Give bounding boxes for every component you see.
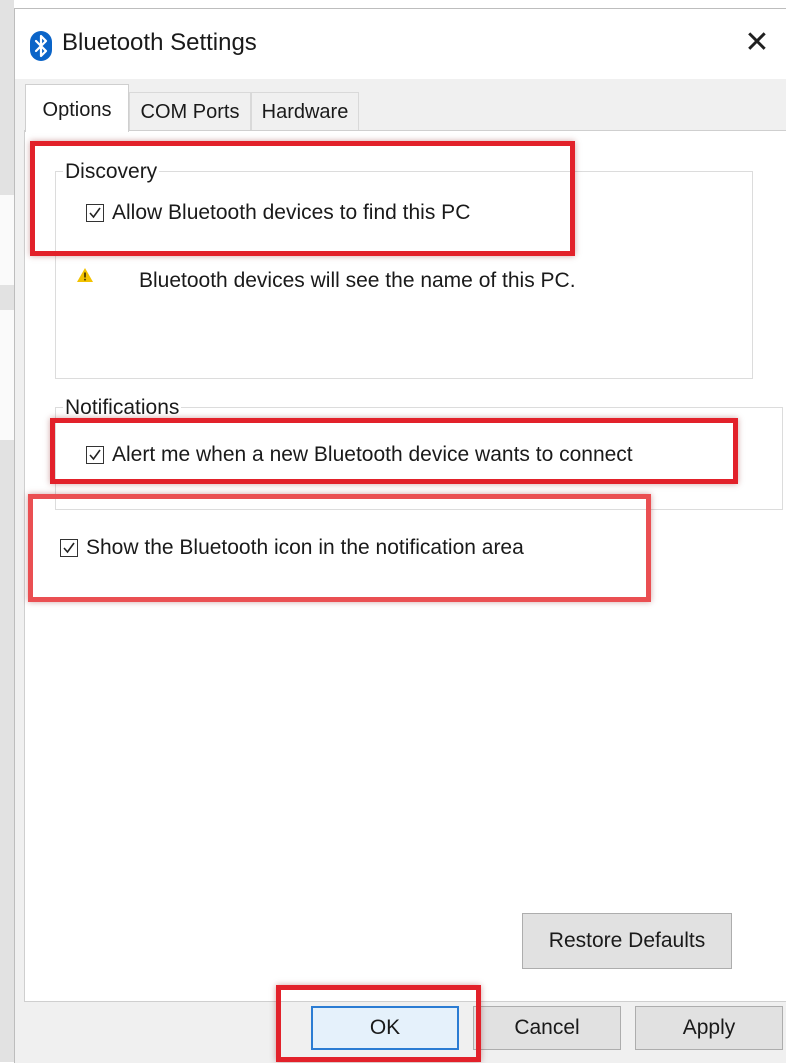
title-bar: Bluetooth Settings ✕ [15,9,786,79]
close-icon: ✕ [744,26,770,59]
highlight-box-tray-icon [28,494,651,602]
background-decoration [0,310,14,440]
tab-hardware[interactable]: Hardware [251,92,359,130]
tab-com-ports[interactable]: COM Ports [129,92,251,130]
close-button[interactable]: ✕ [735,23,779,63]
highlight-box-ok [276,985,481,1062]
discovery-warning-text: Bluetooth devices will see the name of t… [139,269,576,292]
highlight-box-discovery [30,141,575,256]
warning-icon [77,268,93,287]
restore-defaults-button[interactable]: Restore Defaults [522,913,732,969]
notifications-heading: Notifications [63,396,182,420]
window-title: Bluetooth Settings [62,29,257,56]
tab-options[interactable]: Options [25,84,129,132]
highlight-box-alert [50,418,738,484]
cancel-button[interactable]: Cancel [473,1006,621,1050]
background-strip [0,0,14,1062]
apply-button[interactable]: Apply [635,1006,783,1050]
bluetooth-icon [29,31,53,61]
background-decoration [0,195,14,285]
